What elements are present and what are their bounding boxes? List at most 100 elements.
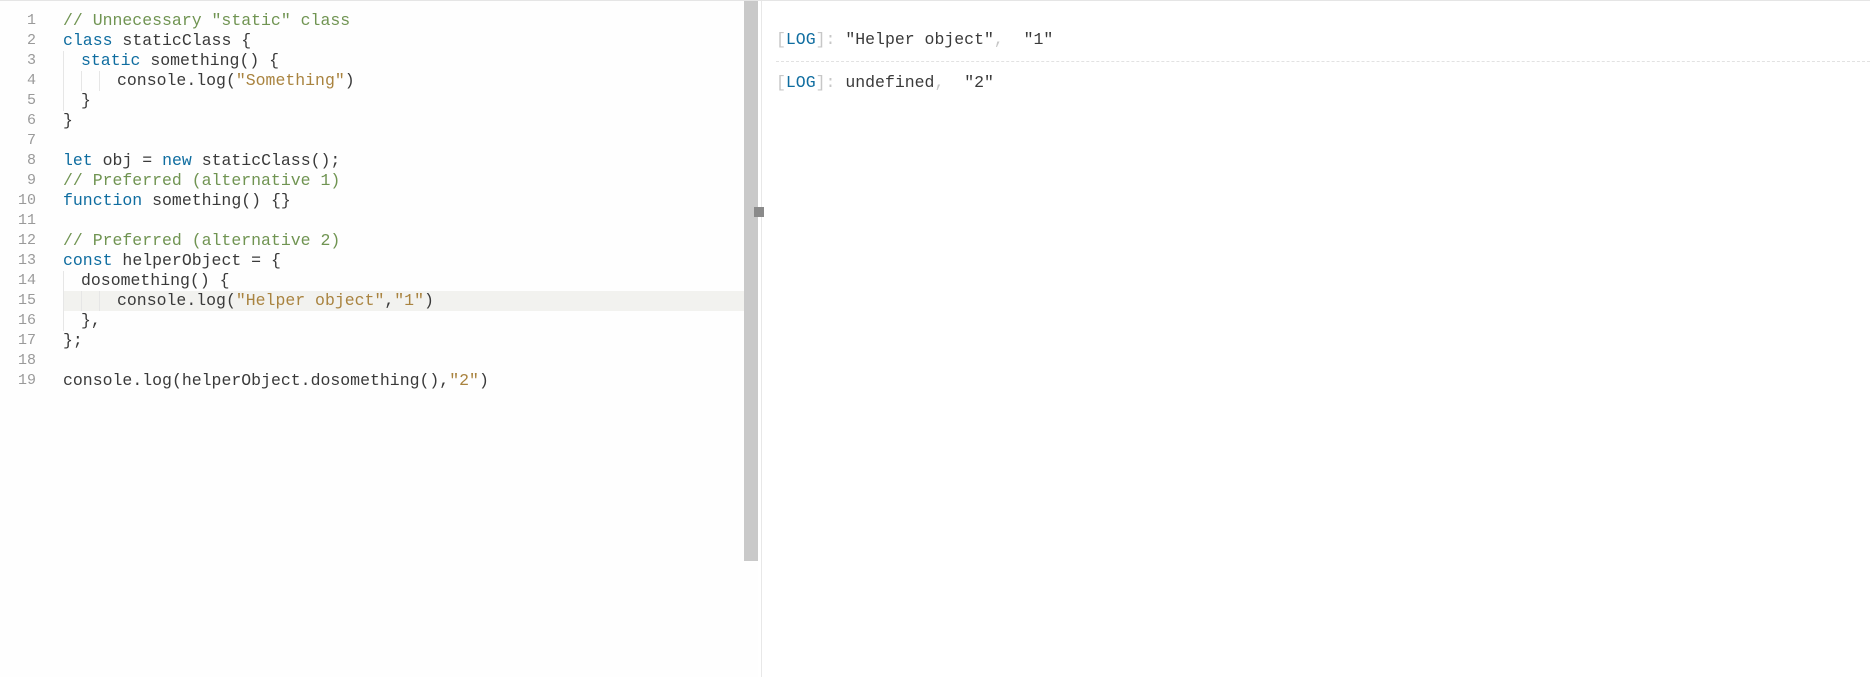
code-line[interactable]: }, bbox=[63, 311, 758, 331]
code-token: staticClass bbox=[122, 31, 231, 50]
code-line[interactable]: console.log("Something") bbox=[63, 71, 758, 91]
line-number: 2 bbox=[0, 31, 36, 51]
code-token: "1" bbox=[394, 291, 424, 310]
code-line[interactable] bbox=[63, 131, 758, 151]
code-token: // Preferred (alternative 2) bbox=[63, 231, 340, 250]
code-token: ) bbox=[424, 291, 434, 310]
code-token: console bbox=[63, 371, 132, 390]
code-line[interactable]: static something() { bbox=[63, 51, 758, 71]
console-log-line: [LOG]: "Helper object", "1" bbox=[776, 29, 1870, 51]
code-token: helperObject bbox=[122, 251, 241, 270]
code-token bbox=[192, 151, 202, 170]
code-token: something bbox=[152, 191, 241, 210]
code-token bbox=[142, 191, 152, 210]
code-token: "2" bbox=[449, 371, 479, 390]
code-token: console bbox=[117, 291, 186, 310]
code-token: function bbox=[63, 191, 142, 210]
line-number: 3 bbox=[0, 51, 36, 71]
log-tag: LOG bbox=[786, 73, 816, 92]
code-line[interactable]: let obj = new staticClass(); bbox=[63, 151, 758, 171]
line-number: 15 bbox=[0, 291, 36, 311]
code-token: let bbox=[63, 151, 93, 170]
line-number: 4 bbox=[0, 71, 36, 91]
log-value: undefined bbox=[845, 73, 934, 92]
code-token bbox=[140, 51, 150, 70]
line-number: 12 bbox=[0, 231, 36, 251]
code-token: (), bbox=[420, 371, 450, 390]
code-token: () { bbox=[239, 51, 279, 70]
splitter-handle-icon[interactable] bbox=[754, 207, 764, 217]
code-line[interactable]: function something() {} bbox=[63, 191, 758, 211]
code-line[interactable]: console.log("Helper object","1") bbox=[63, 291, 758, 311]
code-line[interactable]: } bbox=[63, 91, 758, 111]
code-token: helperObject bbox=[182, 371, 301, 390]
line-number: 14 bbox=[0, 271, 36, 291]
log-value: "1" bbox=[1024, 30, 1054, 49]
line-number: 18 bbox=[0, 351, 36, 371]
code-token: . bbox=[132, 371, 142, 390]
code-line[interactable]: // Preferred (alternative 1) bbox=[63, 171, 758, 191]
code-line[interactable]: } bbox=[63, 111, 758, 131]
code-token: "Helper object" bbox=[236, 291, 385, 310]
code-token: const bbox=[63, 251, 113, 270]
code-token: = { bbox=[241, 251, 281, 270]
line-number: 9 bbox=[0, 171, 36, 191]
code-token bbox=[113, 31, 123, 50]
code-token: log bbox=[142, 371, 172, 390]
line-number: 19 bbox=[0, 371, 36, 391]
console-output-pane: [LOG]: "Helper object", "1"[LOG]: undefi… bbox=[761, 1, 1870, 677]
line-number: 13 bbox=[0, 251, 36, 271]
code-token: ) bbox=[479, 371, 489, 390]
code-token: (); bbox=[311, 151, 341, 170]
code-token: // Unnecessary "static" class bbox=[63, 11, 350, 30]
code-line[interactable] bbox=[63, 211, 758, 231]
code-token bbox=[113, 251, 123, 270]
code-token: staticClass bbox=[202, 151, 311, 170]
log-value: , bbox=[994, 30, 1024, 49]
log-separator bbox=[776, 61, 1870, 62]
code-line[interactable]: const helperObject = { bbox=[63, 251, 758, 271]
code-token: . bbox=[186, 291, 196, 310]
editor-pane: 12345678910111213141516171819 // Unneces… bbox=[0, 1, 758, 677]
code-token: class bbox=[63, 31, 113, 50]
line-number: 11 bbox=[0, 211, 36, 231]
code-line[interactable]: // Preferred (alternative 2) bbox=[63, 231, 758, 251]
log-value: , bbox=[934, 73, 964, 92]
pane-splitter[interactable] bbox=[758, 1, 761, 677]
code-token: // Preferred (alternative 1) bbox=[63, 171, 340, 190]
code-token: new bbox=[162, 151, 192, 170]
code-token: () { bbox=[190, 271, 230, 290]
code-editor[interactable]: // Unnecessary "static" classclass stati… bbox=[50, 1, 758, 677]
ide-container: 12345678910111213141516171819 // Unneces… bbox=[0, 0, 1870, 677]
code-line[interactable]: console.log(helperObject.dosomething(),"… bbox=[63, 371, 758, 391]
code-token bbox=[93, 151, 103, 170]
code-token: ( bbox=[226, 291, 236, 310]
code-line[interactable]: // Unnecessary "static" class bbox=[63, 11, 758, 31]
code-token: log bbox=[196, 291, 226, 310]
code-token: , bbox=[384, 291, 394, 310]
code-line[interactable]: class staticClass { bbox=[63, 31, 758, 51]
line-number: 5 bbox=[0, 91, 36, 111]
line-number-gutter: 12345678910111213141516171819 bbox=[0, 1, 50, 677]
code-token: }, bbox=[81, 311, 101, 330]
line-number: 7 bbox=[0, 131, 36, 151]
line-number: 16 bbox=[0, 311, 36, 331]
code-token: { bbox=[231, 31, 251, 50]
line-number: 8 bbox=[0, 151, 36, 171]
code-token: ( bbox=[226, 71, 236, 90]
editor-scrollbar[interactable] bbox=[744, 1, 758, 561]
code-line[interactable] bbox=[63, 351, 758, 371]
code-token: . bbox=[301, 371, 311, 390]
code-line[interactable]: }; bbox=[63, 331, 758, 351]
log-value: "Helper object" bbox=[845, 30, 994, 49]
code-token: ( bbox=[172, 371, 182, 390]
line-number: 17 bbox=[0, 331, 36, 351]
code-token: something bbox=[150, 51, 239, 70]
code-token: static bbox=[81, 51, 140, 70]
code-line[interactable]: dosomething() { bbox=[63, 271, 758, 291]
code-token: dosomething bbox=[81, 271, 190, 290]
log-tag: LOG bbox=[786, 30, 816, 49]
line-number: 6 bbox=[0, 111, 36, 131]
line-number: 10 bbox=[0, 191, 36, 211]
code-token: ) bbox=[345, 71, 355, 90]
